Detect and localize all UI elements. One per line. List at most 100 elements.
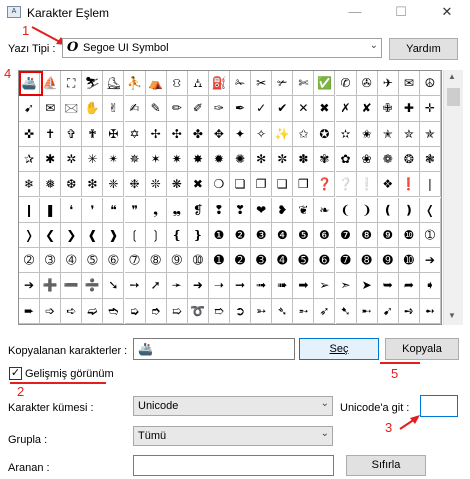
group-dropdown[interactable]: Tümü ⌄: [133, 426, 333, 446]
charset-dropdown[interactable]: Unicode ⌄: [133, 396, 333, 416]
character-cell[interactable]: ➡: [293, 273, 315, 299]
character-cell[interactable]: ✷: [166, 146, 188, 173]
character-cell[interactable]: ➪: [61, 298, 83, 324]
character-cell[interactable]: ➯: [166, 298, 188, 324]
character-cell[interactable]: ➧: [419, 273, 441, 299]
character-cell[interactable]: ❶: [208, 222, 230, 249]
character-cell[interactable]: ❔: [335, 172, 357, 198]
character-cell[interactable]: ➘: [103, 273, 125, 299]
copy-button[interactable]: Kopyala: [385, 338, 459, 360]
character-cell[interactable]: ❙: [19, 197, 41, 223]
character-cell[interactable]: ✂: [251, 71, 273, 97]
character-cell[interactable]: ❢: [208, 197, 230, 223]
character-cell[interactable]: ☮: [419, 71, 441, 97]
character-cell[interactable]: ❹: [272, 222, 294, 249]
character-cell[interactable]: ➣: [335, 273, 357, 299]
character-cell[interactable]: ✓: [251, 96, 273, 122]
goto-unicode-input[interactable]: [420, 395, 458, 417]
character-cell[interactable]: ➐: [335, 248, 357, 274]
character-cell[interactable]: ✘: [356, 96, 378, 122]
character-cell[interactable]: ✋: [82, 96, 104, 122]
character-cell[interactable]: ✛: [419, 96, 441, 122]
character-cell[interactable]: ⛷: [82, 71, 104, 97]
character-cell[interactable]: ➌: [251, 248, 273, 274]
character-cell[interactable]: ✰: [19, 146, 41, 173]
character-cell[interactable]: ✹: [208, 146, 230, 173]
character-cell[interactable]: ✿: [335, 146, 357, 173]
character-cell[interactable]: ➷: [335, 298, 357, 324]
character-cell[interactable]: ➑: [356, 248, 378, 274]
character-cell[interactable]: ➊: [208, 248, 230, 274]
advanced-view-checkbox[interactable]: ✓: [9, 367, 22, 380]
character-cell[interactable]: ❱: [103, 222, 125, 249]
character-cell[interactable]: ❒: [293, 172, 315, 198]
character-cell[interactable]: ➕: [40, 273, 62, 299]
character-cell[interactable]: ❏: [230, 172, 252, 198]
character-cell[interactable]: ➻: [419, 298, 441, 324]
character-cell[interactable]: ⛵: [40, 71, 62, 97]
character-cell[interactable]: ✖: [187, 172, 209, 198]
character-cell[interactable]: ❄: [19, 172, 41, 198]
search-input[interactable]: [133, 455, 334, 476]
character-cell[interactable]: ❈: [103, 172, 125, 198]
character-cell[interactable]: ❯: [61, 222, 83, 249]
select-button[interactable]: Seç: [299, 338, 379, 360]
character-cell[interactable]: ⛹: [124, 71, 146, 97]
character-cell[interactable]: ✟: [82, 121, 104, 147]
character-cell[interactable]: ❠: [166, 197, 188, 223]
character-cell[interactable]: ❑: [272, 172, 294, 198]
character-cell[interactable]: ❚: [40, 197, 62, 223]
character-cell[interactable]: ✬: [356, 121, 378, 147]
character-cell[interactable]: ⛽: [208, 71, 230, 97]
character-cell[interactable]: ➏: [314, 248, 336, 274]
character-cell[interactable]: ➩: [40, 298, 62, 324]
character-cell[interactable]: ➟: [251, 273, 273, 299]
character-cell[interactable]: ✫: [335, 121, 357, 147]
character-cell[interactable]: ❬: [419, 197, 441, 223]
character-cell[interactable]: ➨: [19, 298, 41, 324]
character-cell[interactable]: ❿: [398, 222, 420, 249]
character-cell[interactable]: ❊: [145, 172, 167, 198]
character-cell[interactable]: ➖: [61, 273, 83, 299]
character-cell[interactable]: ❂: [398, 146, 420, 173]
character-cell[interactable]: ✽: [293, 146, 315, 173]
character-cell[interactable]: ➍: [272, 248, 294, 274]
character-cell[interactable]: ➎: [293, 248, 315, 274]
character-cell[interactable]: ➄: [82, 248, 104, 274]
character-cell[interactable]: ✲: [61, 146, 83, 173]
character-cell[interactable]: ❪: [377, 197, 399, 223]
scroll-down-icon[interactable]: ▼: [448, 311, 456, 320]
character-cell[interactable]: ➢: [314, 273, 336, 299]
character-cell[interactable]: ✏: [166, 96, 188, 122]
character-cell[interactable]: ❋: [166, 172, 188, 198]
copy-input[interactable]: 🚢: [133, 338, 295, 360]
character-cell[interactable]: ✕: [293, 96, 315, 122]
character-cell[interactable]: ✔: [272, 96, 294, 122]
character-cell[interactable]: ❍: [208, 172, 230, 198]
character-cell[interactable]: ➲: [230, 298, 252, 324]
character-cell[interactable]: ❲: [124, 222, 146, 249]
character-cell[interactable]: ✉: [40, 96, 62, 122]
character-cell[interactable]: ➋: [230, 248, 252, 274]
character-cell[interactable]: ❡: [187, 197, 209, 223]
character-cell[interactable]: ❰: [82, 222, 104, 249]
character-cell[interactable]: ⛸: [103, 71, 125, 97]
character-cell[interactable]: ❁: [377, 146, 399, 173]
grid-scrollbar[interactable]: ▲ ▼: [443, 70, 463, 325]
close-button[interactable]: ✕: [424, 0, 470, 26]
character-cell[interactable]: ❛: [61, 197, 83, 223]
character-cell[interactable]: ❮: [40, 222, 62, 249]
character-cell[interactable]: ❗: [398, 172, 420, 198]
character-cell[interactable]: ⛻: [166, 71, 188, 97]
character-cell[interactable]: ✮: [398, 121, 420, 147]
character-cell[interactable]: ✥: [208, 121, 230, 147]
character-cell[interactable]: ✢: [145, 121, 167, 147]
character-cell[interactable]: ❤: [251, 197, 273, 223]
character-cell[interactable]: ✖: [314, 96, 336, 122]
character-cell[interactable]: ❇: [82, 172, 104, 198]
character-cell[interactable]: ➔: [419, 248, 441, 274]
character-cell[interactable]: ✱: [40, 146, 62, 173]
character-cell[interactable]: ✾: [314, 146, 336, 173]
character-cell[interactable]: ➮: [145, 298, 167, 324]
character-cell[interactable]: ✠: [103, 121, 125, 147]
